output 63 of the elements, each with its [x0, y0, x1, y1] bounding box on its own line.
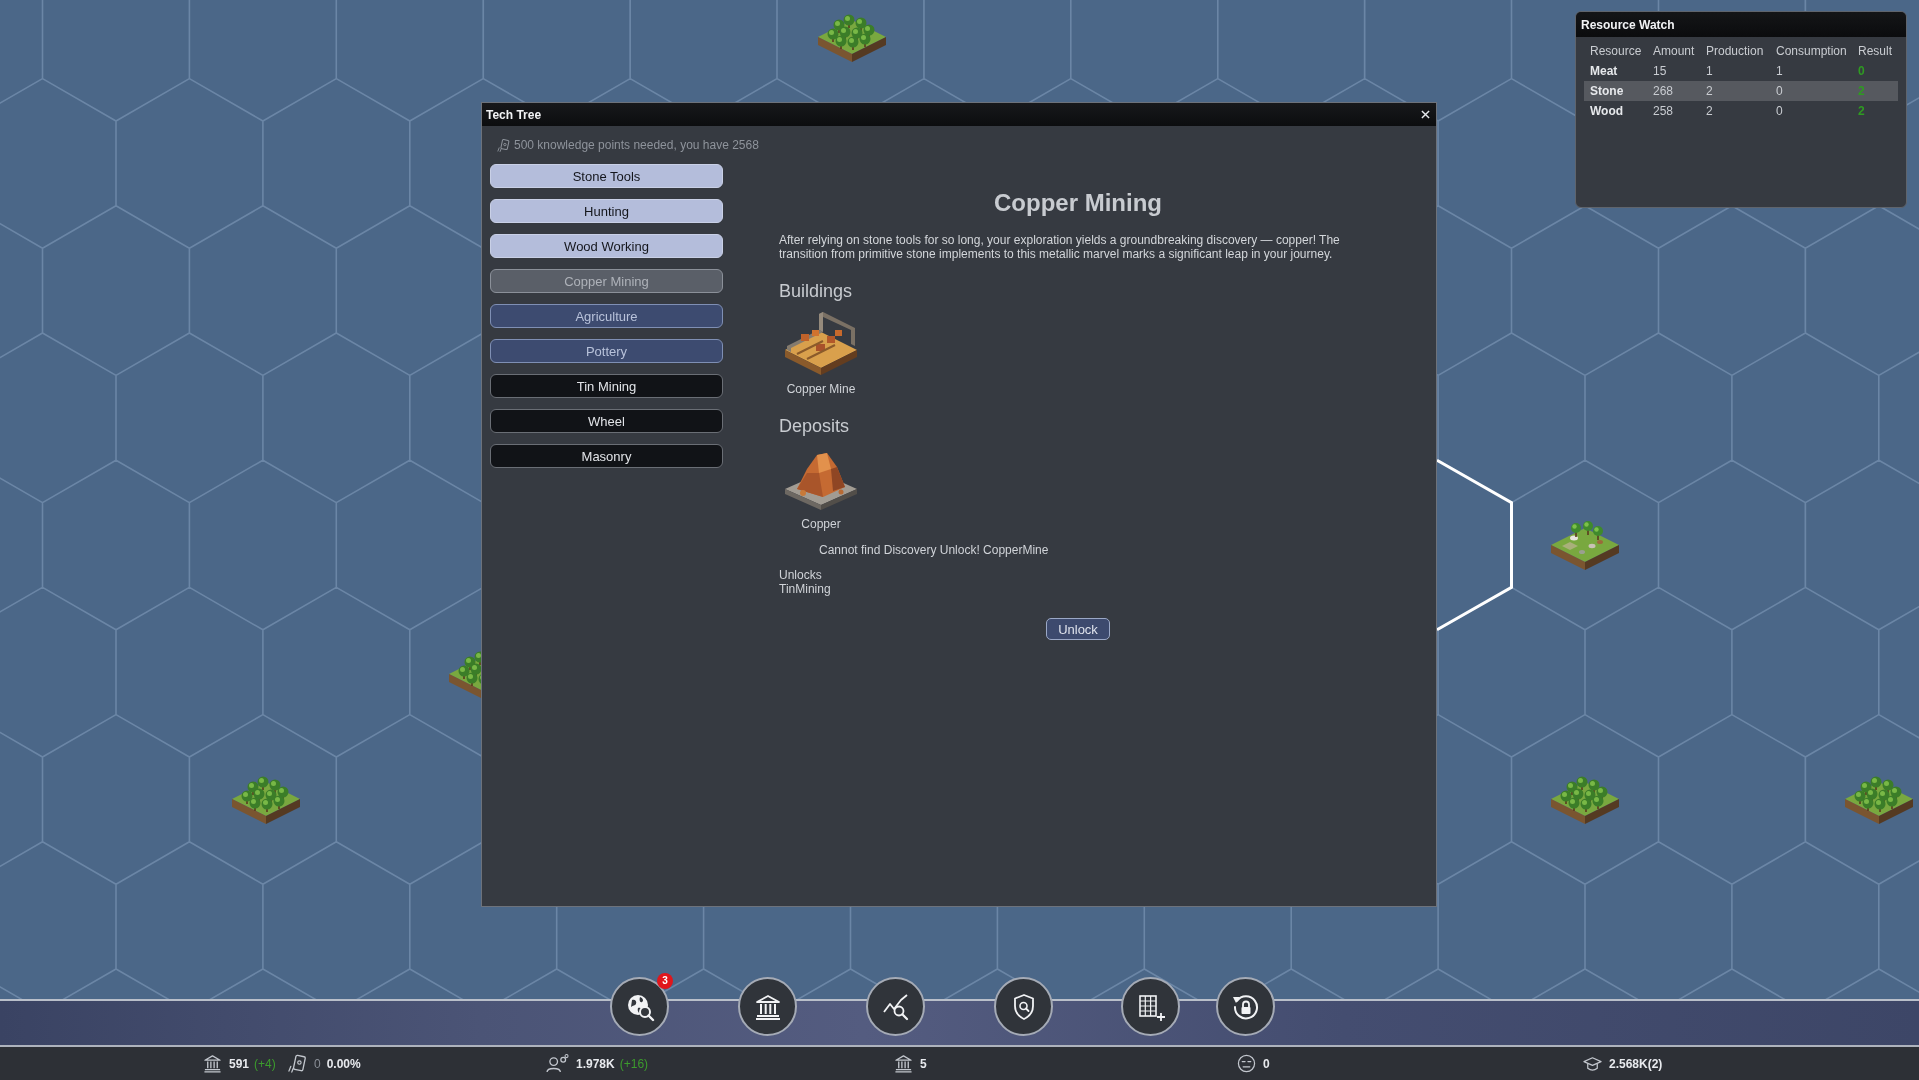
unlocks-label: Unlocks [779, 568, 822, 582]
tech-button[interactable]: Hunting [490, 199, 723, 223]
error-message: Cannot find Discovery Unlock! CopperMine [819, 543, 1049, 557]
notification-badge: 3 [657, 973, 673, 989]
table-row[interactable]: Wood 258 2 0 2 [1584, 101, 1898, 121]
status-value: 591 [229, 1056, 250, 1071]
bank-icon [203, 1054, 222, 1073]
tech-button[interactable]: Pottery [490, 339, 723, 363]
table-cell-text: 2 [1706, 104, 1714, 118]
column-header: Consumption [1776, 44, 1848, 58]
deposit-label: Copper [801, 517, 841, 531]
panel-title: Resource Watch [1581, 17, 1675, 32]
table-cell-text: Wood [1590, 104, 1625, 118]
tech-button[interactable]: Stone Tools [490, 164, 723, 188]
table-cell-text: 2 [1706, 84, 1714, 98]
section-heading: Deposits [779, 416, 850, 436]
tech-button[interactable]: Masonry [490, 444, 723, 468]
window-title: Tech Tree [486, 107, 542, 122]
table-cell-text: 1 [1776, 64, 1784, 78]
status-value: 2.568K(2) [1609, 1056, 1663, 1071]
chart-search-icon [880, 991, 911, 1022]
change-text: (+16) [619, 1056, 649, 1071]
bank-icon [894, 1054, 913, 1073]
table-cell-text: 2 [1858, 104, 1866, 118]
unlocked-tech: TinMining [779, 582, 831, 596]
status-value: 1.978K [576, 1056, 615, 1071]
status-value: 0.00% [326, 1056, 361, 1071]
table-cell-text: 0 [1858, 64, 1866, 78]
building-label: Copper Mine [786, 382, 856, 396]
table-cell-text: Stone [1590, 84, 1625, 98]
tech-title: Copper Mining [993, 189, 1163, 217]
column-header: Result [1858, 44, 1893, 58]
tech-description: After relying on stone tools for so long, your exploration yields a groundbreaking discovery — copper! The transition from primitive stone implements to this metallic marvel marks a significant leap in your journey. [779, 233, 1341, 261]
table-cell-text: 15 [1653, 64, 1668, 78]
column-header: Amount [1653, 44, 1696, 58]
mortarboard-icon [1583, 1054, 1602, 1073]
status-value: 5 [920, 1056, 927, 1071]
change-text: (+4) [254, 1056, 276, 1071]
column-header: Production [1706, 44, 1765, 58]
knowledge-note: 500 knowledge points needed, you have 2568 [514, 138, 759, 152]
count-text: 0 [314, 1056, 321, 1071]
table-cell-text: 268 [1653, 84, 1675, 98]
table-row[interactable]: Meat 15 1 1 0 [1584, 61, 1898, 81]
unlock-button[interactable]: Unlock [1046, 618, 1110, 640]
tech-button[interactable]: Wheel [490, 409, 723, 433]
table-cell-text: Meat [1590, 64, 1619, 78]
phone-tap-icon [497, 138, 510, 152]
close-icon[interactable] [1421, 110, 1430, 119]
tech-button[interactable]: Wood Working [490, 234, 723, 258]
table-row[interactable]: Stone 268 2 0 2 [1584, 81, 1898, 101]
neutral-face-icon [1237, 1054, 1256, 1073]
person-gears-icon [546, 1054, 569, 1073]
table-cell-text: 2 [1858, 84, 1866, 98]
table-cell-text: 258 [1653, 104, 1675, 118]
section-heading: Buildings [779, 281, 853, 301]
column-header: Resource [1590, 44, 1643, 58]
tech-button[interactable]: Tin Mining [490, 374, 723, 398]
table-cell-text: 0 [1776, 84, 1784, 98]
tech-button[interactable]: Agriculture [490, 304, 723, 328]
table-cell-text: 1 [1706, 64, 1714, 78]
status-value: 0 [1263, 1056, 1270, 1071]
table-cell-text: 0 [1776, 104, 1784, 118]
phone-tap-icon [288, 1054, 307, 1073]
